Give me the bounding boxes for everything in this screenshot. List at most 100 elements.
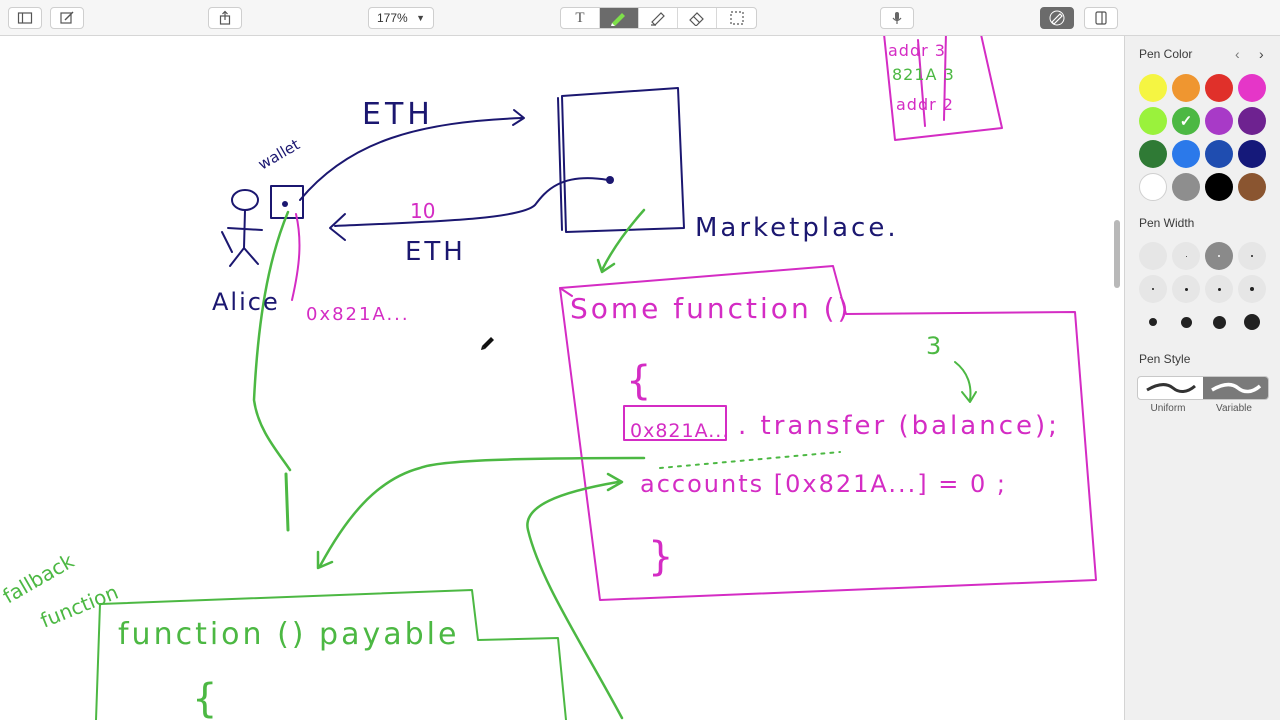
style-uniform-option[interactable]	[1138, 377, 1203, 399]
width-dot	[1184, 287, 1188, 291]
pen-width-option[interactable]	[1205, 242, 1233, 270]
color-swatch[interactable]	[1172, 173, 1200, 201]
brace-open-2: {	[192, 676, 217, 720]
transfer-label: . transfer (balance);	[738, 411, 1060, 441]
sketch-labels: ETH wallet 10 ETH Alice 0x821A... Market…	[0, 41, 1060, 720]
zoom-value: 177%	[377, 11, 408, 25]
width-dot	[1152, 288, 1154, 290]
sidebar-icon	[17, 12, 33, 24]
highlighter-tool-button[interactable]	[639, 8, 678, 28]
eth-label-top: ETH	[362, 97, 434, 132]
table-row-3: addr 2	[896, 95, 954, 114]
pen-cursor-icon	[481, 337, 494, 350]
zoom-select[interactable]: 177% ▼	[368, 7, 434, 29]
sidebar-toggle-button[interactable]	[8, 7, 42, 29]
pen-width-option[interactable]	[1172, 308, 1200, 336]
microphone-icon	[892, 12, 902, 24]
pen-tool-button[interactable]	[600, 8, 639, 28]
color-swatch[interactable]	[1172, 74, 1200, 102]
style-variable-label: Variable	[1216, 403, 1252, 414]
marketplace-box	[561, 87, 685, 233]
style-variable-option[interactable]	[1203, 377, 1268, 399]
color-swatch[interactable]	[1139, 173, 1167, 201]
pen-icon	[611, 13, 625, 26]
color-swatch[interactable]: ✓	[1172, 107, 1200, 135]
number-three: 3	[926, 332, 941, 360]
address-label: 0x821A...	[306, 304, 410, 325]
brace-close-1: }	[648, 534, 673, 580]
boxed-address-label: 0x821A...	[630, 420, 729, 442]
pen-width-option[interactable]	[1205, 275, 1233, 303]
width-dot	[1149, 318, 1157, 326]
compose-button[interactable]	[50, 7, 84, 29]
inspector-button[interactable]	[1084, 7, 1118, 29]
eraser-tool-button[interactable]	[678, 8, 717, 28]
width-dot	[1217, 287, 1221, 291]
function-label: function	[37, 580, 122, 633]
pen-width-option[interactable]	[1139, 242, 1167, 270]
accounts-label: accounts [0x821A...] = 0 ;	[640, 470, 1007, 498]
call-arrow	[318, 456, 646, 568]
markup-tool-group: T	[560, 7, 757, 29]
color-swatch[interactable]	[1238, 74, 1266, 102]
eth-label-bottom: ETH	[405, 237, 466, 267]
next-arrow-icon[interactable]: ›	[1259, 46, 1264, 62]
color-swatch[interactable]	[1139, 140, 1167, 168]
eth-arrow-bottom	[334, 177, 609, 227]
selection-icon	[729, 11, 744, 25]
toolbar: 177% ▼ T	[0, 0, 1280, 36]
alice-label: Alice	[212, 288, 280, 316]
pen-settings-panel: Pen Color ‹ › ✓ Pen Width Pen Style Unif…	[1124, 36, 1280, 720]
pen-width-option[interactable]	[1205, 308, 1233, 336]
color-swatch[interactable]	[1139, 74, 1167, 102]
pen-color-title: Pen Color	[1139, 47, 1193, 61]
color-swatch[interactable]	[1205, 107, 1233, 135]
pen-width-option[interactable]	[1139, 275, 1167, 303]
width-dot	[1185, 255, 1187, 257]
some-function-label: Some function ()	[570, 292, 851, 325]
color-swatch[interactable]	[1172, 140, 1200, 168]
color-swatch[interactable]	[1238, 173, 1266, 201]
pen-width-option[interactable]	[1139, 308, 1167, 336]
eraser-icon	[689, 12, 704, 26]
fallback-function-box	[99, 589, 567, 720]
inspector-icon	[1095, 11, 1107, 25]
pen-width-title: Pen Width	[1139, 216, 1195, 230]
marketplace-label: Marketplace.	[695, 213, 899, 243]
markup-toggle-button[interactable]	[1040, 7, 1074, 29]
color-swatch[interactable]	[1205, 173, 1233, 201]
variable-stroke-icon	[1210, 382, 1261, 394]
chevron-down-icon: ▼	[416, 13, 425, 23]
compose-icon	[60, 11, 74, 24]
microphone-button[interactable]	[880, 7, 914, 29]
text-tool-button[interactable]: T	[561, 8, 600, 28]
brace-open-1: {	[626, 358, 651, 404]
table-row-2: 821A 3	[892, 65, 955, 84]
lasso-select-button[interactable]	[717, 8, 756, 28]
width-dot	[1250, 287, 1254, 291]
share-icon	[219, 10, 231, 25]
color-swatch[interactable]	[1238, 140, 1266, 168]
pen-width-option[interactable]	[1172, 242, 1200, 270]
pen-width-option[interactable]	[1172, 275, 1200, 303]
pen-width-option[interactable]	[1238, 242, 1266, 270]
pen-width-option[interactable]	[1238, 275, 1266, 303]
drawing-canvas[interactable]: ETH wallet 10 ETH Alice 0x821A... Market…	[0, 36, 1124, 720]
wallet-label: wallet	[255, 135, 303, 173]
previous-arrow-icon[interactable]: ‹	[1235, 46, 1240, 62]
sketch-layer: ETH wallet 10 ETH Alice 0x821A... Market…	[0, 36, 1097, 720]
ten-label: 10	[410, 199, 435, 223]
checkmark-icon: ✓	[1179, 113, 1193, 130]
markup-pen-icon	[1049, 10, 1065, 26]
share-button[interactable]	[208, 7, 242, 29]
vertical-scrollbar[interactable]	[1114, 220, 1120, 288]
function-payable-label: function () payable	[118, 617, 459, 652]
color-swatch[interactable]	[1205, 74, 1233, 102]
color-swatch[interactable]	[1139, 107, 1167, 135]
color-swatch[interactable]	[1238, 107, 1266, 135]
uniform-stroke-icon	[1145, 383, 1196, 393]
color-swatch[interactable]	[1205, 140, 1233, 168]
pen-width-option[interactable]	[1238, 308, 1266, 336]
width-dot	[1180, 316, 1192, 328]
width-dot	[1251, 255, 1253, 257]
